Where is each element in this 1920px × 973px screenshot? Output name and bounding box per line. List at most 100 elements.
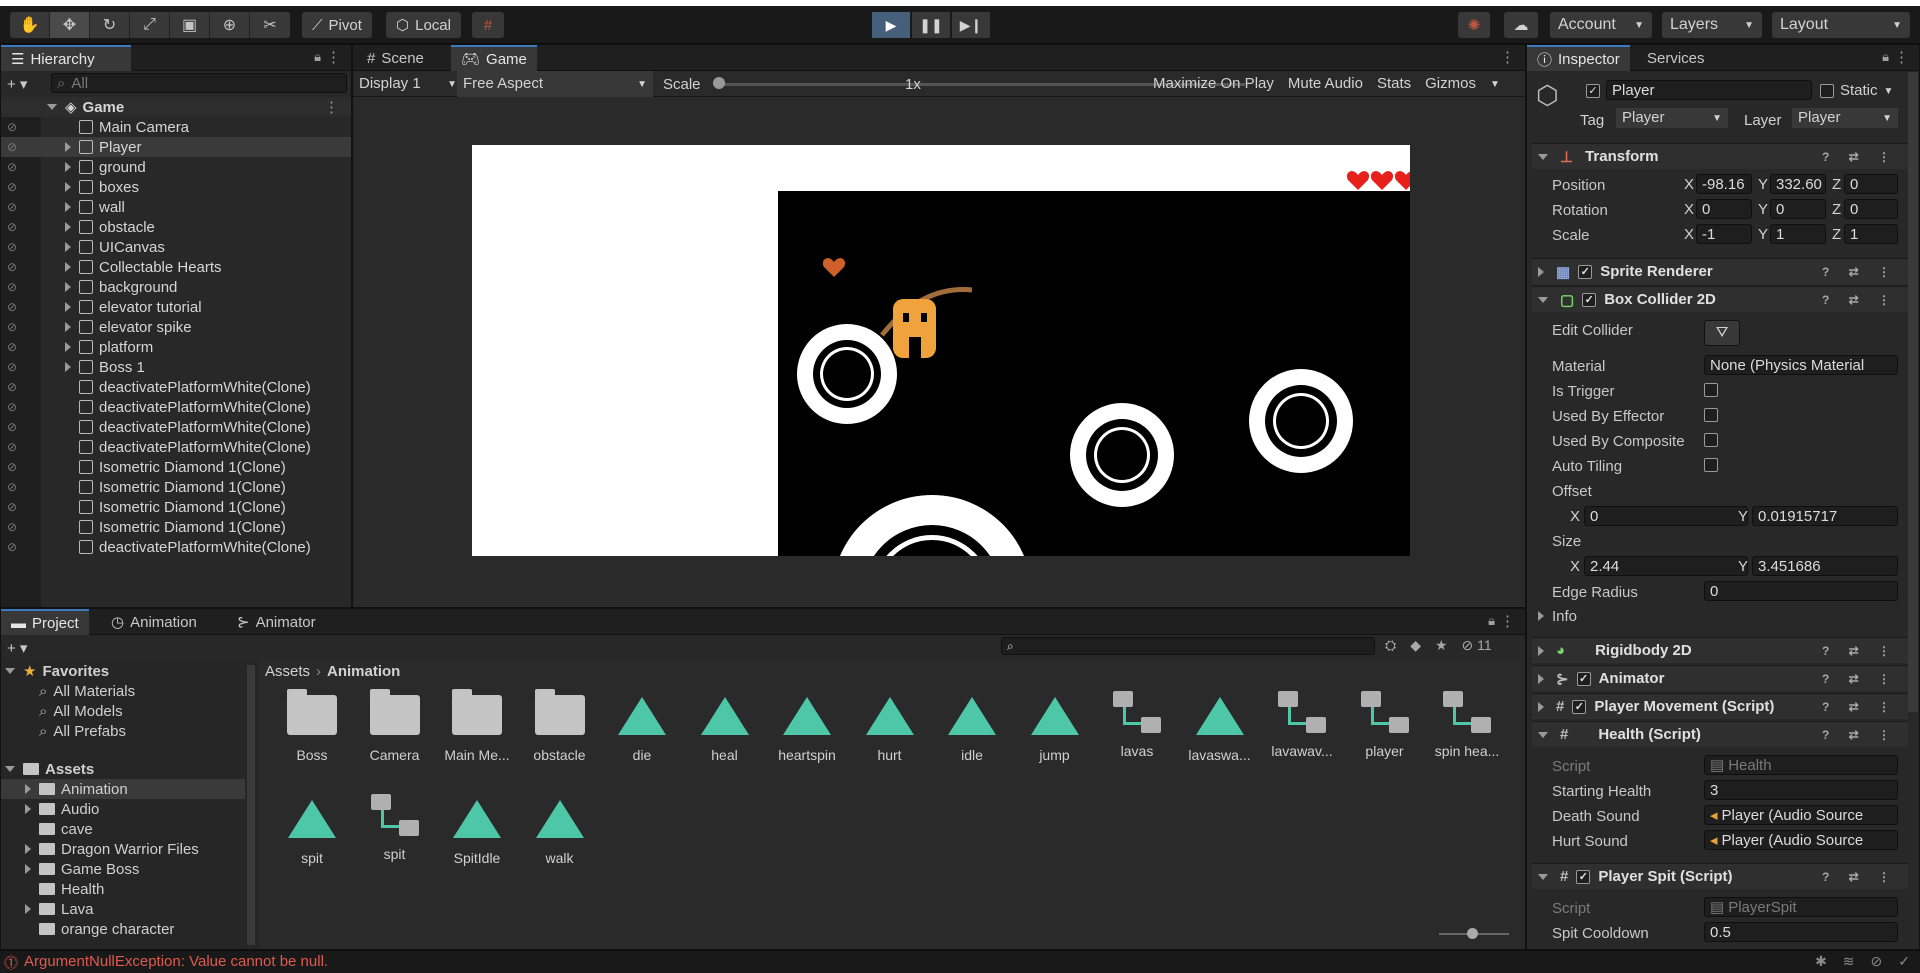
favorite-star-icon[interactable]: ★	[1435, 637, 1448, 654]
hierarchy-item[interactable]: ⊘ deactivatePlatformWhite(Clone)	[1, 417, 351, 437]
folder-tree-scrollbar[interactable]	[247, 665, 255, 945]
expand-arrow-icon[interactable]	[65, 182, 71, 192]
size-y-field[interactable]: 3.451686	[1752, 556, 1898, 576]
expand-arrow-icon[interactable]	[65, 302, 71, 312]
asset-item[interactable]: Camera	[356, 689, 434, 763]
aspect-dropdown[interactable]: Free Aspect ▼	[457, 71, 653, 97]
kebab-menu-icon[interactable]: ⋮	[1894, 48, 1909, 66]
tab-hierarchy[interactable]: ☰ Hierarchy	[1, 45, 131, 71]
layers-stack-icon[interactable]: ≋	[1843, 953, 1855, 970]
hierarchy-item[interactable]: ⊘ deactivatePlatformWhite(Clone)	[1, 377, 351, 397]
hierarchy-item[interactable]: ⊘ platform	[1, 337, 351, 357]
expand-arrow-icon[interactable]	[65, 322, 71, 332]
active-checkbox[interactable]: ✓	[1586, 84, 1600, 98]
filter-label-icon[interactable]: ◆	[1410, 637, 1421, 654]
expand-arrow-icon[interactable]	[65, 142, 71, 152]
maximize-on-play-toggle[interactable]: Maximize On Play	[1153, 75, 1274, 92]
hierarchy-item[interactable]: ⊘ Player	[1, 137, 351, 157]
debug-icon[interactable]: ✱	[1815, 953, 1827, 970]
asset-item[interactable]: die	[603, 689, 681, 763]
expand-arrow-icon[interactable]	[65, 342, 71, 352]
death-sound-field[interactable]: ◂ Player (Audio Source	[1704, 805, 1898, 825]
visibility-toggle-icon[interactable]: ⊘	[7, 140, 17, 154]
visibility-toggle-icon[interactable]: ⊘	[7, 300, 17, 314]
asset-item[interactable]: lavawav...	[1263, 689, 1341, 759]
visibility-toggle-icon[interactable]: ⊘	[7, 340, 17, 354]
asset-item[interactable]: heal	[686, 689, 764, 763]
component-enabled-checkbox[interactable]: ✓	[1576, 869, 1591, 884]
asset-item[interactable]: heartspin	[768, 689, 846, 763]
expand-arrow-icon[interactable]	[65, 262, 71, 272]
expand-arrow-icon[interactable]	[25, 904, 31, 914]
add-object-button[interactable]: + ▾	[7, 75, 27, 93]
expand-arrow-icon[interactable]	[65, 362, 71, 372]
health-header[interactable]: # Health (Script) ? ⇄ ⋮	[1532, 721, 1908, 747]
expand-arrow-icon[interactable]	[65, 222, 71, 232]
object-name-field[interactable]: Player	[1606, 80, 1812, 100]
player-movement-header[interactable]: # ✓ Player Movement (Script) ? ⇄ ⋮	[1532, 693, 1908, 719]
foldout-arrow-icon[interactable]	[1538, 873, 1548, 880]
animator-header[interactable]: ⊱ ✓ Animator ? ⇄ ⋮	[1532, 665, 1908, 691]
favorites-foldout[interactable]: ★ Favorites	[5, 661, 109, 681]
hierarchy-item[interactable]: ⊘ Isometric Diamond 1(Clone)	[1, 497, 351, 517]
rotation-z-field[interactable]: 0	[1844, 199, 1898, 219]
check-icon[interactable]: ✓	[1898, 953, 1910, 970]
offset-y-field[interactable]: 0.01915717	[1752, 506, 1898, 526]
visibility-toggle-icon[interactable]: ⊘	[7, 480, 17, 494]
scale-tool-icon[interactable]: ⤢	[130, 12, 170, 38]
expand-arrow-icon[interactable]	[65, 202, 71, 212]
hierarchy-item[interactable]: ⊘ Isometric Diamond 1(Clone)	[1, 477, 351, 497]
asset-item[interactable]: idle	[933, 689, 1011, 763]
asset-item[interactable]: spit	[356, 792, 434, 862]
tab-animator[interactable]: ⊱ Animator	[227, 609, 326, 635]
kebab-menu-icon[interactable]: ⋮	[1500, 48, 1515, 66]
filter-type-icon[interactable]: ⛭	[1385, 637, 1396, 654]
foldout-arrow-icon[interactable]	[1538, 296, 1548, 303]
hierarchy-item[interactable]: ⊘ Isometric Diamond 1(Clone)	[1, 457, 351, 477]
asset-item[interactable]: lavaswa...	[1181, 689, 1259, 763]
visibility-toggle-icon[interactable]: ⊘	[7, 160, 17, 174]
asset-folder-item[interactable]: Game Boss	[1, 859, 245, 879]
hierarchy-item[interactable]: ⊘ boxes	[1, 177, 351, 197]
transform-header[interactable]: ⊥ Transform ? ⇄ ⋮	[1532, 143, 1908, 169]
hierarchy-item[interactable]: ⊘ deactivatePlatformWhite(Clone)	[1, 537, 351, 557]
expand-arrow-icon[interactable]	[47, 104, 57, 110]
hierarchy-search-input[interactable]: ⌕ All	[51, 73, 347, 93]
visibility-toggle-icon[interactable]: ⊘	[7, 500, 17, 514]
auto-tiling-checkbox[interactable]	[1704, 458, 1718, 472]
inspector-scrollbar[interactable]	[1908, 72, 1918, 712]
hierarchy-item[interactable]: ⊘ Collectable Hearts	[1, 257, 351, 277]
pivot-button[interactable]: ⟋ Pivot	[302, 12, 372, 38]
visibility-toggle-icon[interactable]: ⊘	[7, 200, 17, 214]
lock-icon[interactable]: 🔒︎	[314, 49, 321, 65]
expand-arrow-icon[interactable]	[25, 864, 31, 874]
component-enabled-checkbox[interactable]: ✓	[1578, 264, 1593, 279]
expand-arrow-icon[interactable]	[65, 282, 71, 292]
spit-cooldown-field[interactable]: 0.5	[1704, 922, 1898, 942]
asset-folder-item[interactable]: Lava	[1, 899, 245, 919]
hierarchy-item[interactable]: ⊘ Boss 1	[1, 357, 351, 377]
size-x-field[interactable]: 2.44	[1584, 556, 1748, 576]
asset-item[interactable]: Boss	[273, 689, 351, 763]
collab-button[interactable]: ✺	[1458, 12, 1490, 38]
asset-item[interactable]: obstacle	[521, 689, 599, 763]
scale-x-field[interactable]: -1	[1696, 224, 1752, 244]
pause-button[interactable]: ❚❚	[912, 12, 950, 38]
expand-arrow-icon[interactable]	[25, 844, 31, 854]
icon-size-slider-handle[interactable]	[1467, 928, 1478, 939]
layer-dropdown[interactable]: Player ▼	[1792, 108, 1898, 128]
material-field[interactable]: None (Physics Material	[1704, 355, 1898, 375]
hierarchy-item[interactable]: ⊘ deactivatePlatformWhite(Clone)	[1, 437, 351, 457]
gizmos-toggle[interactable]: Gizmos	[1425, 75, 1476, 92]
tag-dropdown[interactable]: Player ▼	[1616, 108, 1728, 128]
stats-toggle[interactable]: Stats	[1377, 75, 1411, 92]
rotate-tool-icon[interactable]: ↻	[90, 12, 130, 38]
hierarchy-item[interactable]: ⊘ background	[1, 277, 351, 297]
is-trigger-checkbox[interactable]	[1704, 383, 1718, 397]
favorite-item[interactable]: ⌕ All Prefabs	[39, 721, 126, 741]
expand-arrow-icon[interactable]	[65, 242, 71, 252]
hierarchy-item[interactable]: ⊘ elevator tutorial	[1, 297, 351, 317]
visibility-toggle-icon[interactable]: ⊘	[7, 120, 17, 134]
hierarchy-item[interactable]: ⊘ Main Camera	[1, 117, 351, 137]
visibility-toggle-icon[interactable]: ⊘	[7, 420, 17, 434]
